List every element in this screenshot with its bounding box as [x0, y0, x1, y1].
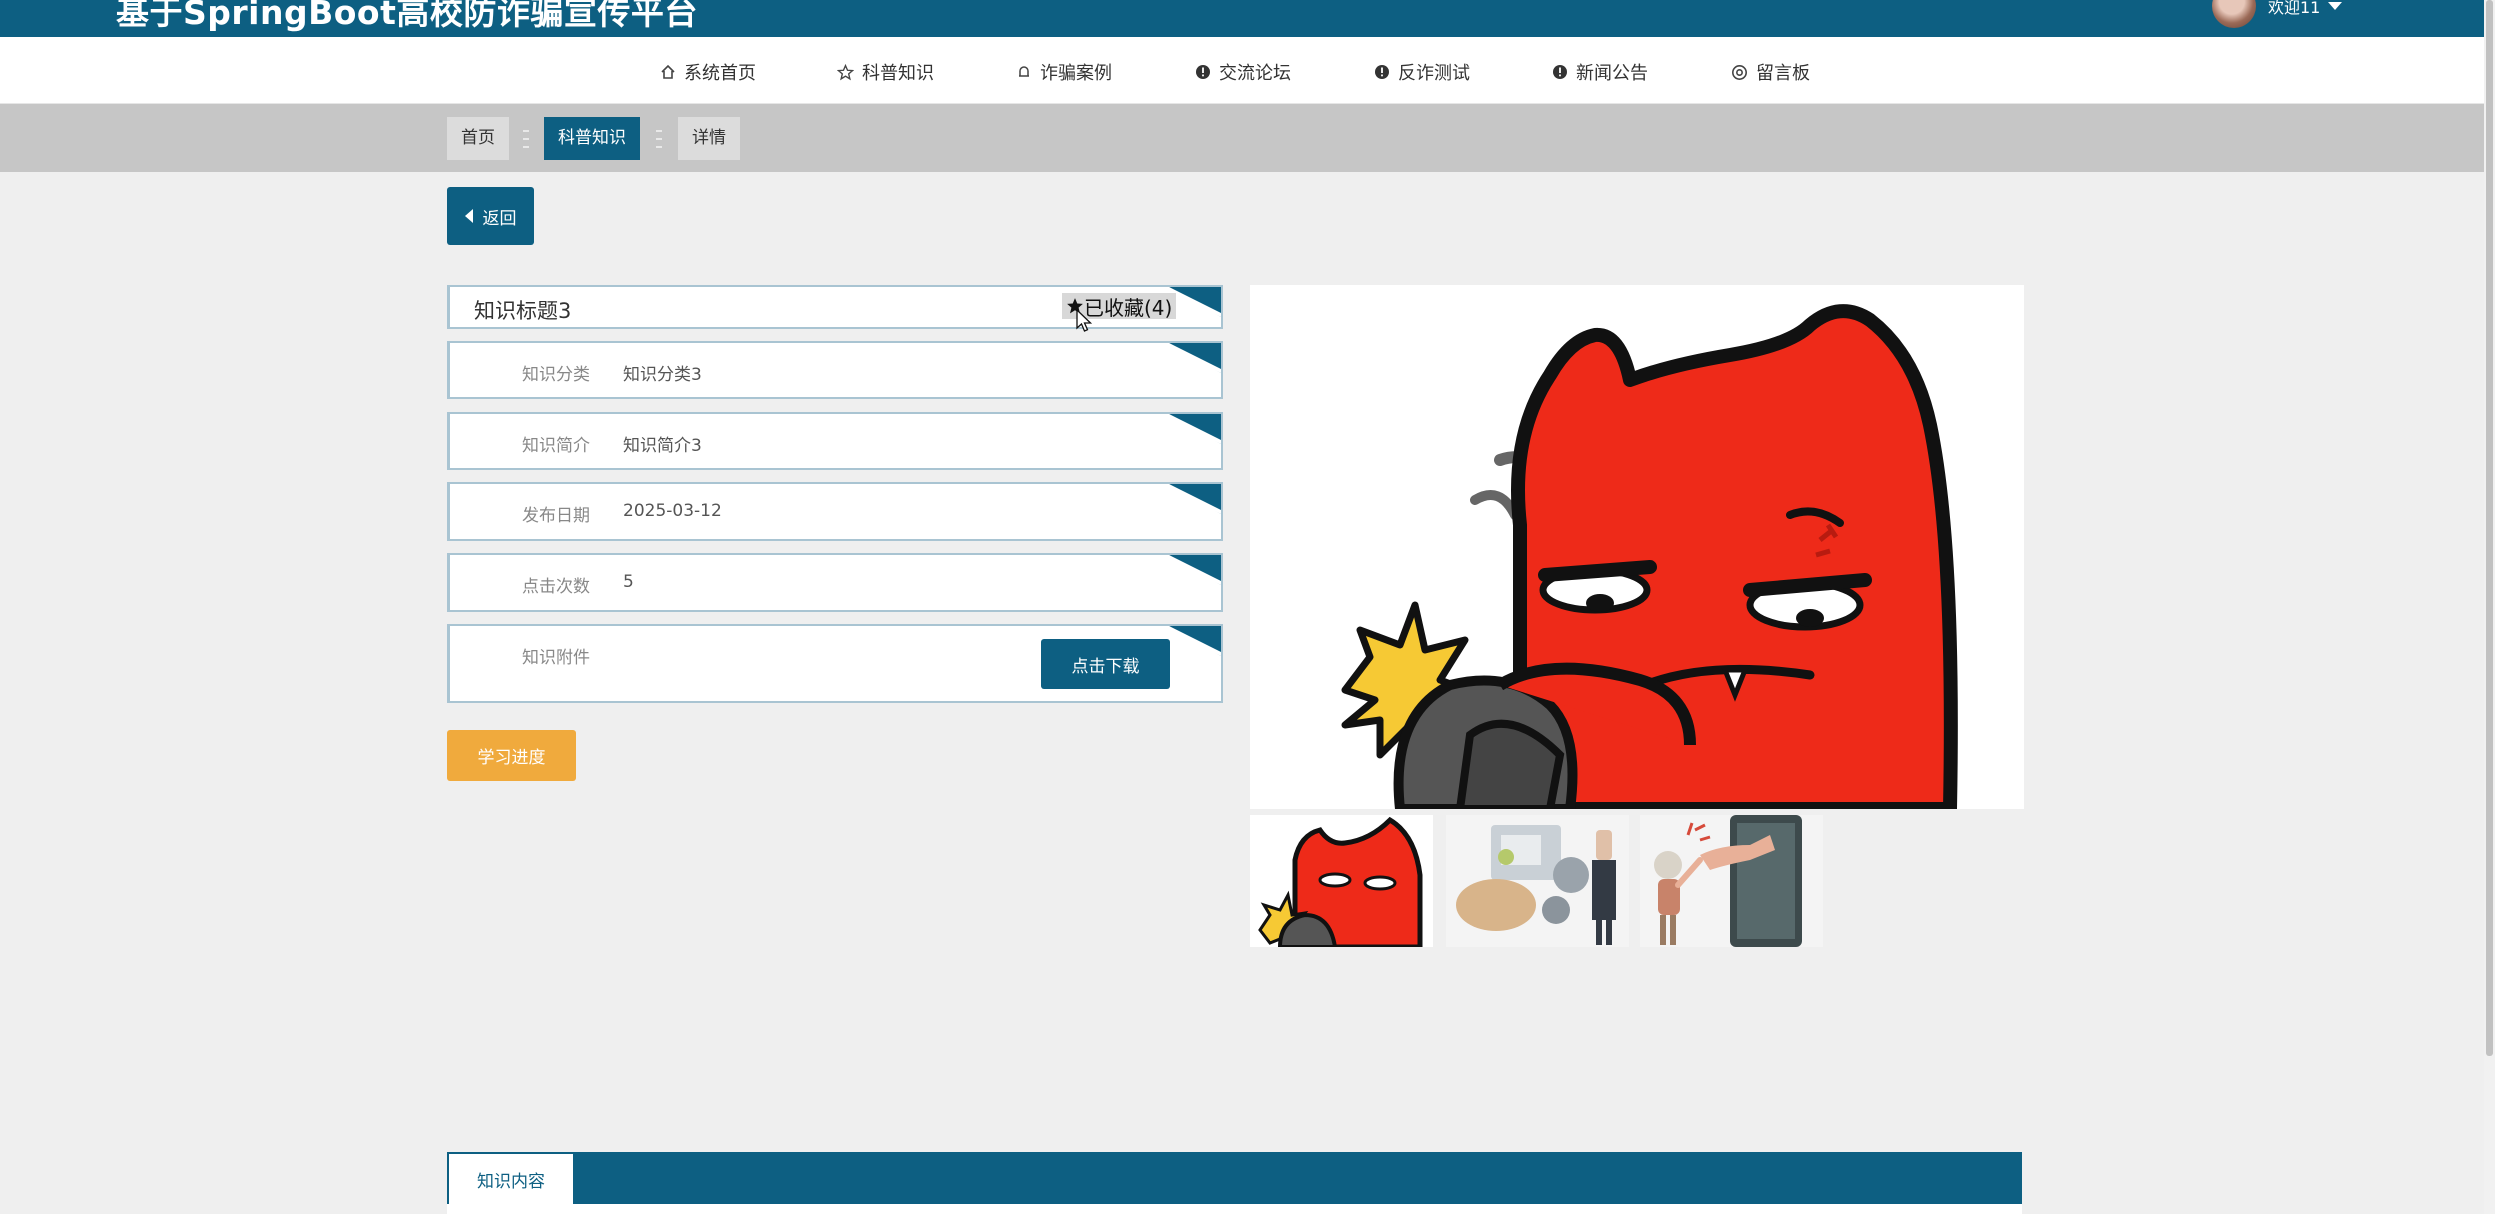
nav-label[interactable]: 反诈测试 [1398, 59, 1470, 85]
field-row: 知识简介 知识简介3 [447, 412, 1223, 470]
attachment-row: 知识附件 点击下载 [447, 624, 1223, 703]
breadcrumb-knowledge[interactable]: 科普知识 [544, 117, 640, 160]
nav-label[interactable]: 留言板 [1756, 59, 1810, 85]
content-tab-bar: 知识内容 [447, 1152, 2022, 1204]
favorite-label[interactable]: 已收藏(4) [1084, 292, 1172, 321]
thumbnail-1[interactable] [1250, 815, 1433, 947]
field-label: 知识分类 [522, 365, 590, 385]
chevron-down-icon[interactable] [2328, 2, 2343, 10]
corner-decoration [1161, 414, 1221, 444]
nav-label[interactable]: 新闻公告 [1576, 59, 1648, 85]
thumbnail-cartoon-image [1258, 816, 1423, 947]
top-bar: 基于SpringBoot高校防诈骗宣传平台 欢迎11 [0, 0, 2484, 37]
caret-left-icon [464, 209, 473, 223]
star-outline-icon [837, 63, 854, 81]
info-circle-icon [1195, 64, 1211, 80]
thumbnail-2[interactable] [1446, 815, 1629, 947]
user-greeting[interactable]: 欢迎11 [2268, 0, 2320, 18]
back-button[interactable]: 返回 [447, 187, 534, 245]
nav-label[interactable]: 交流论坛 [1219, 59, 1291, 85]
nav-item-message-board[interactable]: 留言板 [1731, 59, 1810, 85]
nav-item-home[interactable]: 系统首页 [660, 59, 756, 85]
info-circle-icon [1552, 64, 1568, 80]
scrollbar-thumb[interactable] [2486, 0, 2493, 1056]
corner-decoration [1161, 343, 1221, 373]
nav-item-knowledge[interactable]: 科普知识 [837, 59, 934, 85]
field-label: 发布日期 [522, 506, 590, 526]
site-title: 基于SpringBoot高校防诈骗宣传平台 [116, 0, 698, 32]
vertical-scrollbar[interactable] [2484, 0, 2495, 1214]
field-row: 知识分类 知识分类3 [447, 341, 1223, 399]
nav-label[interactable]: 系统首页 [684, 59, 756, 85]
field-value: 5 [623, 572, 634, 592]
corner-decoration [1161, 484, 1221, 514]
thumbnail-3[interactable] [1640, 815, 1823, 947]
home-icon [660, 64, 676, 80]
corner-decoration [1161, 555, 1221, 585]
field-value: 知识分类3 [623, 365, 702, 385]
main-image [1250, 285, 2024, 809]
nav-label[interactable]: 诈骗案例 [1040, 59, 1112, 85]
nav-item-forum[interactable]: 交流论坛 [1195, 59, 1291, 85]
nav-item-news[interactable]: 新闻公告 [1552, 59, 1648, 85]
nav-item-fraud-cases[interactable]: 诈骗案例 [1016, 59, 1112, 85]
breadcrumb: 首页 科普知识 详情 [0, 104, 2484, 172]
main-nav: 系统首页 科普知识 诈骗案例 交流论坛 反诈测试 新闻公告 留言板 [0, 37, 2484, 104]
back-label: 返回 [482, 208, 517, 229]
settings-icon [1731, 64, 1748, 81]
study-progress-button[interactable]: 学习进度 [447, 730, 576, 781]
avatar[interactable] [2212, 0, 2256, 28]
nav-item-fraud-test[interactable]: 反诈测试 [1374, 59, 1470, 85]
download-button[interactable]: 点击下载 [1041, 639, 1170, 689]
thumbnail-elderly-image [1640, 815, 1823, 947]
mouse-pointer-icon [1076, 309, 1092, 332]
breadcrumb-detail: 详情 [678, 117, 740, 160]
user-menu[interactable]: 欢迎11 [2212, 0, 2343, 28]
breadcrumb-separator [656, 130, 662, 148]
field-label: 点击次数 [522, 577, 590, 597]
nav-label[interactable]: 科普知识 [862, 59, 934, 85]
bell-icon [1016, 64, 1032, 80]
field-value: 知识简介3 [623, 436, 702, 456]
corner-decoration [1161, 626, 1221, 656]
field-label: 知识简介 [522, 436, 590, 456]
field-row: 点击次数 5 [447, 553, 1223, 612]
breadcrumb-separator [523, 130, 529, 148]
field-row: 发布日期 2025-03-12 [447, 482, 1223, 541]
breadcrumb-home[interactable]: 首页 [447, 117, 509, 160]
detail-title-row: 知识标题3 已收藏(4) [447, 285, 1223, 329]
attachment-label: 知识附件 [522, 648, 590, 668]
field-value: 2025-03-12 [623, 501, 722, 521]
thumbnail-office-image [1446, 815, 1629, 947]
knowledge-title: 知识标题3 [474, 299, 572, 323]
tab-knowledge-content[interactable]: 知识内容 [449, 1154, 573, 1204]
cartoon-illustration [1250, 285, 2024, 809]
info-circle-icon [1374, 64, 1390, 80]
tab-content-panel [447, 1204, 2022, 1214]
